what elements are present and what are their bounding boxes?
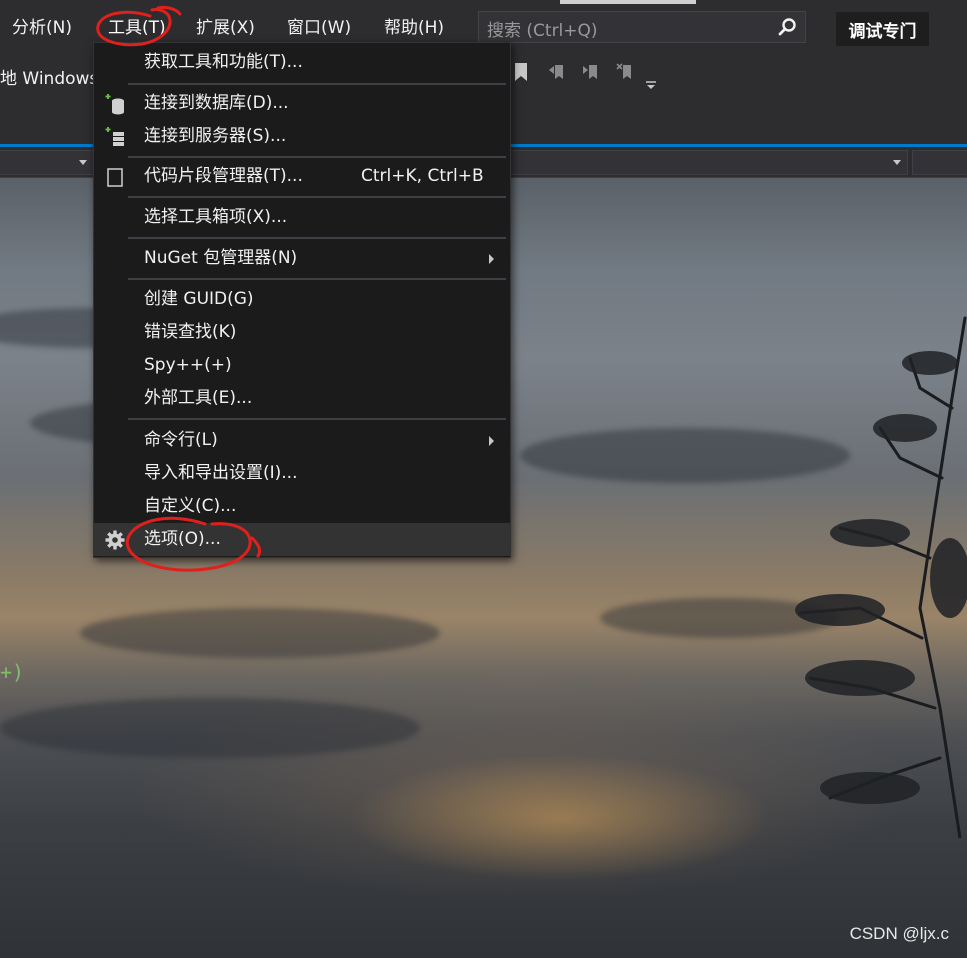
menu-item-command-line[interactable]: 命令行(L)	[94, 424, 510, 457]
menu-separator	[128, 237, 506, 239]
menu-item-label: 获取工具和功能(T)...	[144, 52, 303, 72]
menu-item-label: 导入和导出设置(I)...	[144, 463, 298, 483]
menu-item-label: Spy++(+)	[144, 355, 232, 375]
debug-button[interactable]: 调试专门	[836, 12, 929, 46]
menu-separator	[128, 156, 506, 158]
menu-item-label: 选项(O)...	[144, 529, 221, 549]
menu-tools[interactable]: 工具(T)	[108, 17, 166, 39]
menu-separator	[128, 418, 506, 420]
watermark: CSDN @ljx.c	[849, 924, 949, 943]
project-combo[interactable]	[0, 150, 94, 175]
submenu-arrow-icon	[489, 254, 494, 264]
menu-item-connect-server[interactable]: 连接到服务器(S)...	[94, 120, 510, 153]
search-input[interactable]: 搜索 (Ctrl+Q)	[478, 11, 806, 43]
menu-item-nuget[interactable]: NuGet 包管理器(N)	[94, 242, 510, 275]
code-fragment: +)	[0, 660, 25, 684]
menu-separator	[128, 83, 506, 85]
menu-item-label: 自定义(C)...	[144, 496, 237, 516]
menu-item-connect-database[interactable]: 连接到数据库(D)...	[94, 87, 510, 120]
toolbar-overflow-icon[interactable]	[642, 74, 660, 94]
title-tab-strip	[560, 0, 696, 4]
search-icon[interactable]	[777, 17, 797, 37]
menu-item-options[interactable]: 选项(O)...	[94, 523, 510, 556]
menu-item-spy[interactable]: Spy++(+)	[94, 349, 510, 382]
menu-item-label: 错误查找(K)	[144, 322, 237, 342]
prev-bookmark-icon[interactable]	[548, 62, 566, 82]
menu-analyze[interactable]: 分析(N)	[12, 17, 72, 39]
cloud	[0, 698, 420, 758]
submenu-arrow-icon	[489, 436, 494, 446]
snippet-icon	[107, 168, 123, 187]
menu-item-error-lookup[interactable]: 错误查找(K)	[94, 316, 510, 349]
menu-item-choose-toolbox[interactable]: 选择工具箱项(X)...	[94, 201, 510, 234]
menu-separator	[128, 196, 506, 198]
menu-item-create-guid[interactable]: 创建 GUID(G)	[94, 283, 510, 316]
extra-combo[interactable]	[912, 150, 967, 175]
next-bookmark-icon[interactable]	[582, 62, 600, 82]
menu-item-external-tools[interactable]: 外部工具(E)...	[94, 382, 510, 415]
search-placeholder: 搜索 (Ctrl+Q)	[487, 21, 598, 41]
gear-icon	[105, 530, 125, 550]
target-platform-label: 地 Windows	[0, 69, 99, 89]
menu-item-import-export[interactable]: 导入和导出设置(I)...	[94, 457, 510, 490]
menu-item-label: 连接到服务器(S)...	[144, 126, 287, 146]
shortcut-label: Ctrl+K, Ctrl+B	[361, 166, 484, 186]
menu-item-label: 外部工具(E)...	[144, 388, 253, 408]
menu-item-label: NuGet 包管理器(N)	[144, 248, 298, 268]
menu-item-label: 代码片段管理器(T)...	[144, 166, 303, 186]
menu-item-label: 命令行(L)	[144, 430, 218, 450]
database-add-icon	[105, 94, 124, 115]
menu-item-label: 选择工具箱项(X)...	[144, 207, 288, 227]
tree-silhouette	[795, 316, 967, 838]
vs-window: +) 分析(N) 工具(T) 扩展(X) 窗口(W) 帮助(H) 搜索 (Ctr…	[0, 0, 967, 958]
menu-window[interactable]: 窗口(W)	[287, 17, 351, 39]
server-add-icon	[105, 127, 124, 146]
menu-separator	[128, 278, 506, 280]
member-combo[interactable]	[510, 150, 908, 175]
menu-extensions[interactable]: 扩展(X)	[196, 17, 255, 39]
menu-item-customize[interactable]: 自定义(C)...	[94, 490, 510, 523]
menu-help[interactable]: 帮助(H)	[384, 17, 444, 39]
menu-item-snippet-manager[interactable]: 代码片段管理器(T)... Ctrl+K, Ctrl+B	[94, 160, 510, 193]
bookmark-icon[interactable]	[512, 62, 530, 82]
chevron-down-icon	[893, 160, 901, 165]
menu-item-get-tools[interactable]: 获取工具和功能(T)...	[94, 46, 510, 79]
menu-item-label: 连接到数据库(D)...	[144, 93, 289, 113]
menu-item-label: 创建 GUID(G)	[144, 289, 254, 309]
clear-bookmarks-icon[interactable]	[616, 62, 634, 82]
cloud	[80, 608, 440, 658]
tools-menu: 获取工具和功能(T)... 连接到数据库(D)... 连接到服务器(S)...	[93, 42, 511, 558]
chevron-down-icon	[79, 160, 87, 165]
